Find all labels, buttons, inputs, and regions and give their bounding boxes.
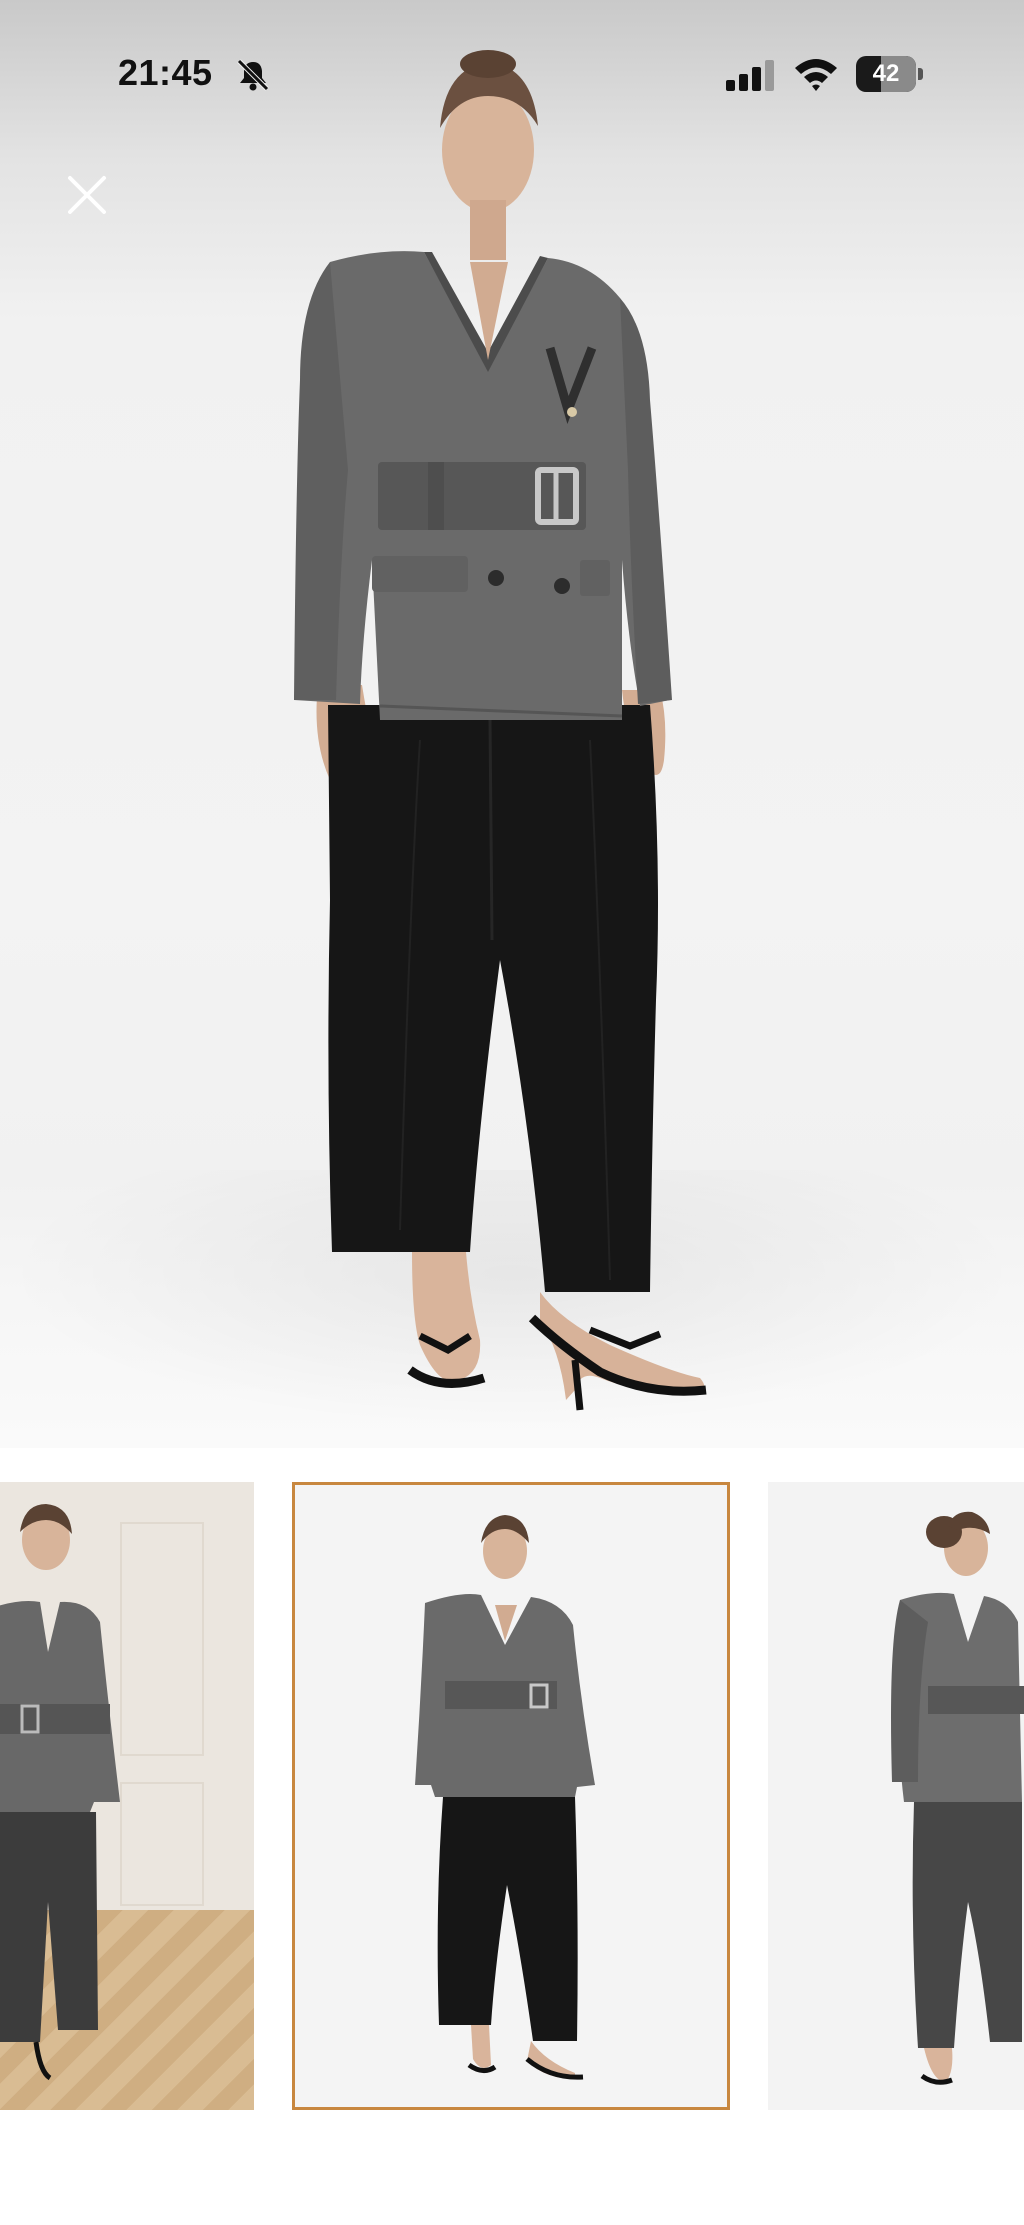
thumbnail-2-figure — [415, 1515, 595, 2080]
status-time: 21:45 — [118, 52, 213, 93]
thumbnail-front-view[interactable] — [292, 1482, 730, 2110]
bell-slash-icon — [236, 58, 270, 92]
thumbnail-lifestyle-room[interactable] — [0, 1482, 254, 2110]
main-product-image[interactable]: 21:45 42 — [0, 0, 1024, 1448]
image-viewer-screen: 21:45 42 — [0, 0, 1024, 2225]
thumbnail-3-figure — [891, 1511, 1024, 2085]
cellular-signal-icon — [726, 58, 778, 92]
status-bar: 21:45 42 — [0, 0, 1024, 150]
battery-indicator: 42 — [856, 56, 926, 92]
thumbnail-strip — [0, 1482, 1024, 2112]
model-figure — [294, 50, 707, 1411]
close-icon — [68, 176, 106, 214]
wifi-icon — [793, 56, 839, 92]
thumbnail-1-figure — [0, 1504, 120, 2081]
close-button[interactable] — [62, 170, 112, 220]
thumbnail-side-view[interactable] — [768, 1482, 1024, 2110]
battery-level: 42 — [872, 60, 900, 87]
